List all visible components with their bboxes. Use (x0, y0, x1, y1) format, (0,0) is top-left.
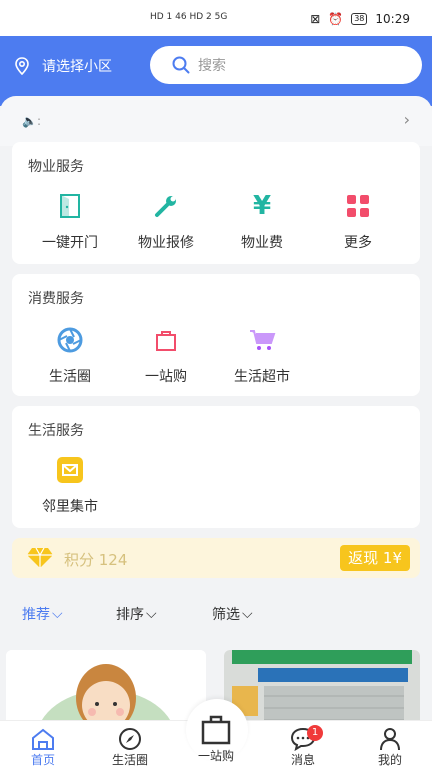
tab-label: 生活圈 (111, 753, 148, 767)
grid-label: 更多 (344, 235, 372, 251)
status-bar: HD 1 46 HD 2 5G ⊠ ⏰ 38 10:29 (0, 0, 432, 36)
location-selector[interactable]: 请选择小区 (14, 56, 112, 76)
signal-text: HD 1 46 HD 2 5G (150, 12, 228, 22)
signal-indicators: HD 1 46 HD 2 5G (150, 12, 227, 22)
yen-icon: ¥ (252, 191, 272, 221)
grid-item-more[interactable]: 更多 (310, 190, 406, 252)
battery-icon: 38 (351, 13, 368, 25)
filter-label: 排序 (116, 607, 144, 623)
tab-one-stop[interactable]: 一站购 (186, 711, 246, 764)
clock: 10:29 (375, 12, 410, 26)
filter-recommend[interactable]: 推荐 ⌵ (22, 604, 63, 624)
grid-label: 一键开门 (42, 235, 98, 251)
tab-label: 我的 (377, 753, 402, 767)
filter-sort[interactable]: 排序 ⌵ (116, 604, 157, 624)
product-image-store-front (224, 650, 420, 730)
product-card[interactable] (6, 650, 206, 730)
consumer-services-title: 消费服务 (28, 291, 84, 307)
speaker-icon: 🔈: (22, 114, 41, 128)
life-services-title: 生活服务 (28, 423, 84, 439)
door-icon (60, 194, 80, 218)
chevron-down-icon: ⌵ (52, 606, 63, 622)
compass-icon (119, 728, 141, 750)
grid-item-repair[interactable]: 物业报修 (118, 190, 214, 252)
home-icon (32, 728, 54, 750)
aperture-icon (57, 327, 83, 353)
product-image-cartoon-girl (6, 650, 206, 730)
tab-label: 消息 (290, 753, 315, 767)
grid-item-fee[interactable]: ¥ 物业费 (214, 190, 310, 252)
points-bar[interactable]: 积分 124 返现 1¥ (12, 538, 420, 578)
tab-bar: 首页 生活圈 一站购 消息 1 我的 (0, 699, 432, 768)
grid-label: 一站购 (145, 369, 187, 385)
grid-label: 物业报修 (138, 235, 194, 251)
property-services-card: 物业服务 一键开门 物业报修 ¥ 物业费 更多 (12, 142, 420, 264)
chevron-right-icon[interactable]: › (404, 110, 410, 129)
grid-label: 邻里集市 (42, 499, 98, 515)
search-placeholder: 搜索 (198, 58, 226, 74)
grid-label: 物业费 (241, 235, 283, 251)
grid-icon (347, 195, 369, 217)
filter-screen[interactable]: 筛选 ⌵ (212, 604, 253, 624)
mail-icon (57, 457, 83, 483)
tab-label: 首页 (30, 753, 55, 767)
grid-item-one-stop[interactable]: 一站购 (118, 324, 214, 386)
consumer-services-card: 消费服务 生活圈 一站购 生活超市 (12, 274, 420, 396)
location-pin-icon (15, 57, 29, 75)
shopping-bag-icon (201, 715, 231, 745)
tab-home[interactable]: 首页 (13, 727, 73, 768)
bag-icon (156, 331, 176, 351)
diamond-icon (27, 547, 53, 568)
product-card[interactable] (224, 650, 420, 730)
grid-label: 生活圈 (49, 369, 91, 385)
tab-life-circle[interactable]: 生活圈 (100, 727, 160, 768)
alarm-icon: ⏰ (328, 12, 344, 26)
location-label: 请选择小区 (42, 59, 112, 75)
tab-mine[interactable]: 我的 (360, 727, 420, 768)
grid-item-supermarket[interactable]: 生活超市 (214, 324, 310, 386)
notice-bar[interactable]: 🔈: › (0, 96, 432, 146)
chevron-down-icon: ⌵ (146, 606, 157, 622)
chevron-down-icon: ⌵ (242, 606, 253, 622)
status-right: ⊠ ⏰ 38 10:29 (310, 12, 410, 26)
points-label: 积分 124 (64, 551, 128, 569)
cart-icon (250, 330, 276, 350)
wrench-icon (155, 196, 176, 217)
tab-messages[interactable]: 消息 1 (273, 725, 333, 768)
property-services-title: 物业服务 (28, 159, 84, 175)
search-input[interactable]: 搜索 (150, 46, 422, 84)
notice-text: : (36, 114, 41, 128)
filter-label: 筛选 (212, 607, 240, 623)
filter-label: 推荐 (22, 607, 50, 623)
search-icon (172, 56, 190, 74)
life-services-card: 生活服务 邻里集市 (12, 406, 420, 528)
grid-item-life-circle[interactable]: 生活圈 (22, 324, 118, 386)
filter-bar: 推荐 ⌵ 排序 ⌵ 筛选 ⌵ (0, 600, 432, 630)
grid-item-door-open[interactable]: 一键开门 (22, 190, 118, 252)
user-icon (380, 728, 400, 751)
nfc-icon: ⊠ (310, 12, 321, 26)
message-count-badge: 1 (307, 725, 323, 741)
grid-item-neighbor-market[interactable]: 邻里集市 (22, 454, 118, 516)
tab-label: 一站购 (197, 749, 234, 763)
cashback-button[interactable]: 返现 1¥ (340, 545, 410, 571)
grid-label: 生活超市 (234, 369, 290, 385)
